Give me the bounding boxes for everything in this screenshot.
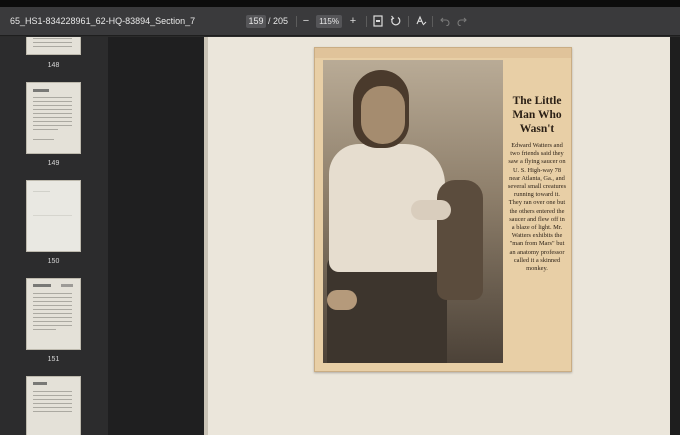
thumbnail-sidebar[interactable]: 148 149 150 151 bbox=[0, 37, 108, 435]
rotate-icon[interactable] bbox=[388, 13, 404, 29]
thumbnail-page[interactable] bbox=[26, 82, 81, 154]
clipping-photo bbox=[323, 60, 503, 363]
page-number-input[interactable]: 159 bbox=[246, 15, 266, 28]
text-format-icon[interactable] bbox=[413, 13, 429, 29]
page-total: / 205 bbox=[268, 16, 289, 26]
zoom-level-field[interactable]: 115% bbox=[316, 15, 342, 28]
clipping-headline: The Little Man Who Wasn't bbox=[512, 95, 562, 135]
zoom-in-button[interactable]: + bbox=[345, 13, 361, 29]
thumbnail-page[interactable] bbox=[26, 278, 81, 350]
thumbnail-label: 148 bbox=[47, 62, 60, 69]
vertical-scrollbar[interactable] bbox=[670, 37, 680, 435]
toolbar-divider bbox=[408, 16, 409, 27]
zoom-out-button[interactable]: − bbox=[298, 13, 314, 29]
document-title: 65_HS1-834228961_62-HQ-83894_Section_7 bbox=[10, 16, 196, 26]
redo-icon[interactable] bbox=[454, 13, 470, 29]
page-fit-icon[interactable] bbox=[370, 13, 386, 29]
sidebar-gutter bbox=[108, 37, 204, 435]
thumbnail-label: 149 bbox=[47, 160, 60, 167]
thumbnail-label: 150 bbox=[47, 258, 60, 265]
toolbar: 65_HS1-834228961_62-HQ-83894_Section_7 1… bbox=[0, 7, 680, 36]
thumbnail-page[interactable] bbox=[26, 376, 81, 435]
toolbar-divider bbox=[296, 16, 297, 27]
newspaper-clipping: The Little Man Who Wasn't Edward Watters… bbox=[314, 47, 572, 372]
clipping-body: Edward Watters and two friends said they… bbox=[507, 142, 567, 273]
toolbar-divider bbox=[366, 16, 367, 27]
thumbnail-label: 151 bbox=[47, 356, 60, 363]
undo-icon[interactable] bbox=[437, 13, 453, 29]
toolbar-divider bbox=[432, 16, 433, 27]
clipping-article: The Little Man Who Wasn't Edward Watters… bbox=[507, 94, 567, 273]
window-top-strip bbox=[0, 0, 680, 7]
document-page: The Little Man Who Wasn't Edward Watters… bbox=[204, 37, 670, 435]
thumbnail-page[interactable] bbox=[26, 180, 81, 252]
thumbnail-page[interactable] bbox=[26, 37, 81, 55]
